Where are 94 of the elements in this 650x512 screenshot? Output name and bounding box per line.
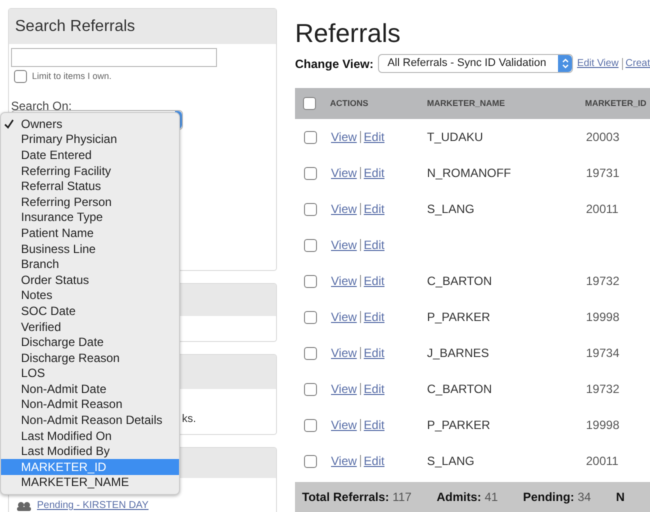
view-link[interactable]: View — [331, 452, 357, 470]
menu-item[interactable]: Branch — [1, 256, 179, 272]
view-link[interactable]: View — [331, 380, 357, 398]
menu-item[interactable]: Notes — [1, 288, 179, 304]
people-icon — [17, 502, 31, 510]
table-cell-text: S_LANG — [427, 453, 474, 470]
column-header[interactable]: MARKETER_ID — [585, 97, 646, 110]
edit-link[interactable]: Edit — [364, 380, 384, 398]
menu-item[interactable]: Referral Status — [1, 178, 179, 194]
table-cell-text: 19998 — [586, 309, 620, 326]
checkbox[interactable] — [304, 130, 317, 144]
checkbox[interactable] — [304, 202, 317, 216]
checkbox[interactable] — [304, 382, 317, 396]
table-cell-text: P_PARKER — [427, 309, 490, 326]
menu-item[interactable]: Non-Admit Date — [1, 381, 179, 397]
search-field[interactable] — [11, 48, 217, 67]
total-stat: Pending: 34 — [522, 489, 591, 506]
edit-link[interactable]: Edit — [364, 344, 384, 362]
table-cell-text: 19998 — [586, 417, 620, 434]
table-cell-text: 19732 — [586, 381, 620, 398]
table-cell-text: 19734 — [586, 345, 620, 362]
menu-item[interactable]: Discharge Reason — [1, 350, 179, 366]
edit-link[interactable]: Edit — [364, 272, 384, 290]
change-view-label: Change View: — [295, 56, 374, 72]
checkbox[interactable] — [304, 310, 317, 324]
menu-item[interactable]: Owners — [1, 116, 179, 132]
table-cell-text: T_UDAKU — [427, 129, 484, 146]
menu-item[interactable]: Referring Facility — [1, 162, 179, 178]
checkbox-label: Limit to items I own. — [32, 70, 112, 83]
menu-item[interactable]: LOS — [1, 366, 179, 382]
table-cell-text: J_BARNES — [427, 345, 490, 362]
edit-link[interactable]: Edit — [364, 416, 384, 434]
edit-link[interactable]: Edit — [364, 452, 384, 470]
checkbox[interactable] — [304, 166, 317, 180]
header-link[interactable]: Edit View — [577, 56, 619, 71]
table-cell-text: N_ROMANOFF — [427, 165, 511, 182]
table-cell-text: S_LANG — [427, 201, 474, 218]
panel-title: Search Referrals — [15, 16, 136, 36]
table-cell-text: 20011 — [586, 201, 618, 218]
column-header[interactable]: MARKETER_NAME — [427, 97, 505, 110]
menu-item[interactable]: Primary Physician — [1, 132, 179, 148]
edit-link[interactable]: Edit — [364, 128, 384, 146]
menu-item[interactable]: Referring Person — [1, 194, 179, 210]
total-stat: Total Referrals: 117 — [302, 489, 412, 506]
menu-item[interactable]: Business Line — [1, 240, 179, 256]
menu-item[interactable]: MARKETER_NAME — [1, 474, 179, 490]
menu-item[interactable]: Date Entered — [1, 147, 179, 163]
view-link[interactable]: View — [331, 164, 357, 182]
checkbox[interactable] — [304, 454, 317, 468]
edit-link[interactable]: Edit — [364, 164, 384, 182]
table-cell-text: 19732 — [586, 273, 620, 290]
menu-item[interactable]: Discharge Date — [1, 334, 179, 350]
view-link[interactable]: View — [331, 128, 357, 146]
menu-item[interactable]: Insurance Type — [1, 210, 179, 226]
checkbox[interactable] — [304, 274, 317, 288]
menu-item[interactable]: Non-Admit Reason — [1, 396, 179, 412]
edit-link[interactable]: Edit — [364, 308, 384, 326]
view-link[interactable]: View — [331, 344, 357, 362]
total-stat: N — [616, 489, 625, 506]
view-select[interactable]: All Referrals - Sync ID Validation — [378, 54, 574, 73]
total-stat: Admits: 41 — [436, 489, 498, 506]
menu-item[interactable]: Non-Admit Reason Details — [1, 412, 179, 428]
edit-link[interactable]: Edit — [364, 200, 384, 218]
view-link[interactable]: View — [331, 236, 357, 254]
column-header[interactable]: ACTIONS — [330, 97, 368, 110]
menu-item[interactable]: Patient Name — [1, 225, 179, 241]
menu-item[interactable]: Verified — [1, 318, 179, 334]
stepper-icon — [562, 58, 569, 69]
edit-link[interactable]: Edit — [364, 236, 384, 254]
table-cell-text: 20011 — [586, 453, 618, 470]
view-link[interactable]: View — [331, 308, 357, 326]
view-link[interactable]: View — [331, 416, 357, 434]
header-link[interactable]: Creat — [626, 56, 650, 71]
table-cell-text: P_PARKER — [427, 417, 490, 434]
checkbox[interactable] — [304, 238, 317, 252]
menu-item[interactable]: SOC Date — [1, 303, 179, 319]
checkbox[interactable] — [303, 97, 316, 110]
checkbox[interactable] — [304, 418, 317, 432]
table-cell-text: 19731 — [586, 165, 620, 182]
menu-item[interactable]: Last Modified By — [1, 443, 179, 460]
menu-item[interactable]: MARKETER_ID — [1, 459, 179, 475]
view-link[interactable]: View — [331, 200, 357, 218]
view-link[interactable]: View — [331, 272, 357, 290]
pending-link[interactable]: Pending - KIRSTEN DAY — [37, 501, 149, 511]
menu-item[interactable]: Order Status — [1, 272, 179, 288]
table-cell-text: 20003 — [586, 129, 620, 146]
panel-text: ks. — [182, 412, 196, 427]
table-cell-text: C_BARTON — [427, 381, 492, 398]
menu-item[interactable]: Last Modified On — [1, 428, 179, 444]
page-title: Referrals — [295, 18, 400, 48]
checkbox[interactable] — [14, 70, 27, 84]
checkbox[interactable] — [304, 346, 317, 360]
field-label: Search On: — [11, 98, 72, 112]
table-cell-text: C_BARTON — [427, 273, 492, 290]
